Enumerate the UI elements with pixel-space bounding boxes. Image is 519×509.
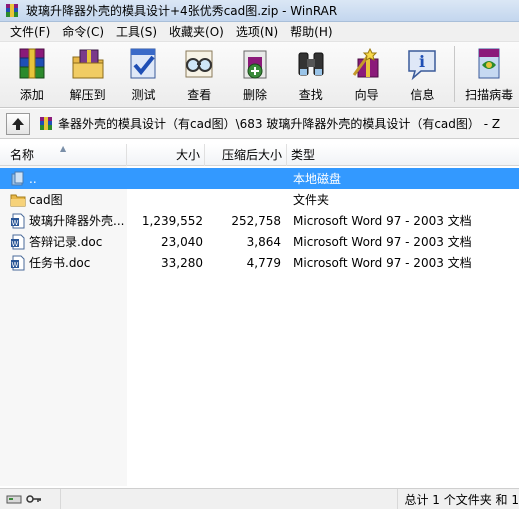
status-icons xyxy=(0,493,60,505)
file-type: Microsoft Word 97 - 2003 文档 xyxy=(293,235,472,249)
archive-icon xyxy=(40,116,52,130)
add-archive-icon xyxy=(19,48,45,79)
list-item-file[interactable]: W 任务书.doc 33,280 4,779 Microsoft Word 97… xyxy=(0,252,519,273)
test-checkmark-icon xyxy=(130,48,156,79)
title-bar: 玻璃升降器外壳的模具设计+4张优秀cad图.zip - WinRAR xyxy=(0,0,519,22)
file-name: 任务书.doc xyxy=(29,256,91,270)
svg-text:i: i xyxy=(419,52,425,71)
info-label: 信息 xyxy=(410,88,435,102)
info-icon: i xyxy=(408,50,437,81)
menu-favorites[interactable]: 收藏夹(O) xyxy=(163,23,230,40)
word-doc-icon: W xyxy=(11,234,25,249)
binoculars-icon xyxy=(298,52,324,76)
menu-options[interactable]: 选项(N) xyxy=(230,23,284,40)
file-packed-size: 4,779 xyxy=(246,255,281,270)
column-header-type[interactable]: 类型 xyxy=(287,144,519,166)
menu-bar: 文件(F) 命令(C) 工具(S) 收藏夹(O) 选项(N) 帮助(H) xyxy=(0,22,519,42)
svg-text:W: W xyxy=(12,240,19,248)
file-type: 文件夹 xyxy=(293,193,330,207)
file-name: 玻璃升降器外壳... xyxy=(29,214,125,228)
list-item-folder[interactable]: cad图 文件夹 xyxy=(0,189,519,210)
drive-status-icon[interactable] xyxy=(6,493,22,505)
winrar-app-icon xyxy=(6,3,18,17)
file-size: 23,040 xyxy=(161,234,203,249)
window-title: 玻璃升降器外壳的模具设计+4张优秀cad图.zip - WinRAR xyxy=(26,4,338,18)
status-bar: 总计 1 个文件夹 和 1 xyxy=(0,488,519,509)
delete-icon xyxy=(243,50,267,79)
menu-help[interactable]: 帮助(H) xyxy=(284,23,338,40)
file-list: 名称 ▲ 大小 压缩后大小 类型 .. 本地磁盘 cad图 文件夹 W 玻璃升降… xyxy=(0,144,519,486)
file-size: 1,239,552 xyxy=(141,213,203,228)
file-name: cad图 xyxy=(29,193,63,207)
extract-to-button[interactable]: 解压到 xyxy=(60,42,116,104)
add-button[interactable]: 添加 xyxy=(4,42,60,104)
menu-tools[interactable]: 工具(S) xyxy=(110,23,163,40)
column-header-packed[interactable]: 压缩后大小 xyxy=(205,144,287,166)
add-label: 添加 xyxy=(19,88,44,102)
path-field[interactable]: 夆器外壳的模具设计（有cad图）\683 玻璃升降器外壳的模具设计（有cad图）… xyxy=(38,113,519,135)
word-doc-icon: W xyxy=(11,255,25,270)
status-summary: 总计 1 个文件夹 和 1 xyxy=(404,492,519,507)
drive-icon xyxy=(11,171,24,185)
file-packed-size: 252,758 xyxy=(231,213,281,228)
file-name: .. xyxy=(29,171,37,186)
address-bar: 夆器外壳的模具设计（有cad图）\683 玻璃升降器外壳的模具设计（有cad图）… xyxy=(0,109,519,139)
list-item-file[interactable]: W 玻璃升降器外壳... 1,239,552 252,758 Microsoft… xyxy=(0,210,519,231)
svg-text:W: W xyxy=(12,219,19,227)
menu-file[interactable]: 文件(F) xyxy=(4,23,56,40)
virus-scan-icon xyxy=(478,48,500,79)
delete-button[interactable]: 删除 xyxy=(227,42,283,104)
find-label: 查找 xyxy=(298,88,323,102)
toolbar: 添加 解压到 测试 查看 删除 查找 向导 i 信息 扫描病毒 xyxy=(0,42,519,108)
wizard-label: 向导 xyxy=(354,88,379,102)
file-type: Microsoft Word 97 - 2003 文档 xyxy=(293,214,472,228)
up-folder-button[interactable] xyxy=(6,112,30,135)
file-size: 33,280 xyxy=(161,255,203,270)
list-item-parent[interactable]: .. 本地磁盘 xyxy=(0,168,519,189)
file-name: 答辩记录.doc xyxy=(29,235,103,249)
key-icon[interactable] xyxy=(26,493,42,505)
file-type: 本地磁盘 xyxy=(293,172,342,186)
menu-commands[interactable]: 命令(C) xyxy=(56,23,110,40)
toolbar-separator xyxy=(454,46,456,102)
view-button[interactable]: 查看 xyxy=(171,42,227,104)
view-label: 查看 xyxy=(187,88,212,102)
folder-icon xyxy=(10,194,26,206)
word-doc-icon: W xyxy=(11,213,25,228)
extract-to-label: 解压到 xyxy=(69,88,106,102)
list-item-file[interactable]: W 答辩记录.doc 23,040 3,864 Microsoft Word 9… xyxy=(0,231,519,252)
test-button[interactable]: 测试 xyxy=(116,42,172,104)
column-header-name[interactable]: 名称 ▲ xyxy=(0,144,127,166)
svg-text:W: W xyxy=(12,261,19,269)
column-header-size[interactable]: 大小 xyxy=(127,144,205,166)
test-label: 测试 xyxy=(131,88,156,102)
view-glasses-icon xyxy=(185,50,213,78)
find-button[interactable]: 查找 xyxy=(283,42,339,104)
virus-scan-label: 扫描病毒 xyxy=(465,88,514,102)
info-button[interactable]: i 信息 xyxy=(394,42,450,104)
wizard-wand-icon xyxy=(352,47,379,78)
file-packed-size: 3,864 xyxy=(246,234,281,249)
sort-ascending-icon: ▲ xyxy=(60,144,67,153)
list-header: 名称 ▲ 大小 压缩后大小 类型 xyxy=(0,144,519,166)
status-middle-panel xyxy=(59,488,399,509)
up-arrow-icon xyxy=(12,117,24,130)
file-rows: .. 本地磁盘 cad图 文件夹 W 玻璃升降器外壳... 1,239,552 … xyxy=(0,168,519,273)
file-type: Microsoft Word 97 - 2003 文档 xyxy=(293,256,472,270)
column-name-label: 名称 xyxy=(10,148,35,162)
extract-folder-icon xyxy=(72,49,104,79)
path-text: 夆器外壳的模具设计（有cad图）\683 玻璃升降器外壳的模具设计（有cad图）… xyxy=(58,117,501,131)
wizard-button[interactable]: 向导 xyxy=(339,42,395,104)
virus-scan-button[interactable]: 扫描病毒 xyxy=(459,42,519,104)
delete-label: 删除 xyxy=(243,88,268,102)
